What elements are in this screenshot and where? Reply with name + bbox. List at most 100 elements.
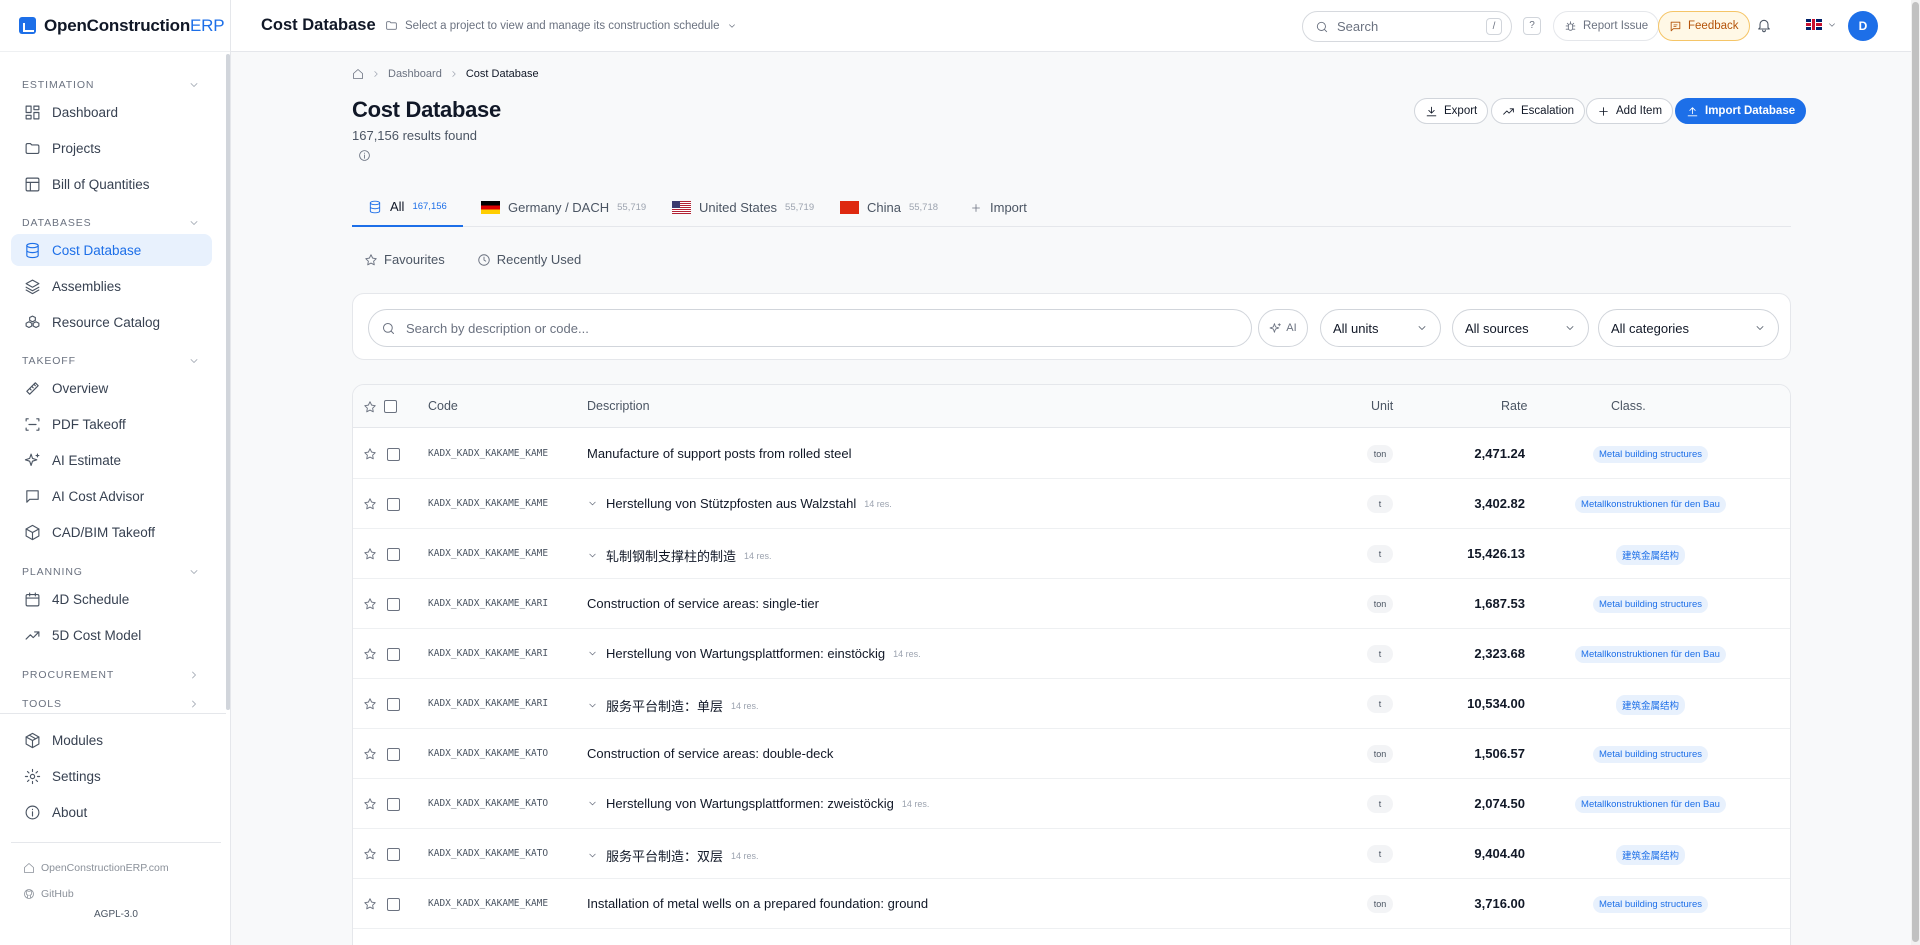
section-estimation[interactable]: ESTIMATION xyxy=(22,79,200,91)
notifications-button[interactable] xyxy=(1756,17,1772,33)
global-search[interactable]: Search / xyxy=(1302,11,1512,42)
star-icon[interactable] xyxy=(363,797,377,811)
sidebar-item-resource-catalog[interactable]: Resource Catalog xyxy=(11,306,212,338)
sidebar-item-boq[interactable]: Bill of Quantities xyxy=(11,168,212,200)
home-icon[interactable] xyxy=(352,68,364,80)
chevron-down-icon[interactable] xyxy=(587,550,598,561)
item-description[interactable]: 服务平台制造：双层 14 res. xyxy=(587,846,759,865)
item-description[interactable]: 服务平台制造：单层 14 res. xyxy=(587,696,759,715)
escalation-button[interactable]: Escalation xyxy=(1491,98,1586,124)
tab-united-states[interactable]: United States 55,719 xyxy=(672,188,814,227)
brand[interactable]: OpenConstructionERP xyxy=(0,0,230,52)
star-icon[interactable] xyxy=(363,597,377,611)
results-info[interactable] xyxy=(358,149,371,162)
star-icon[interactable] xyxy=(363,847,377,861)
row-checkbox[interactable] xyxy=(387,898,400,911)
sidebar-item-pdf-takeoff[interactable]: PDF Takeoff xyxy=(11,408,212,440)
item-description[interactable]: Manufacture of support posts from rolled… xyxy=(587,446,851,461)
sidebar-item-projects[interactable]: Projects xyxy=(11,132,212,164)
table-row[interactable]: KADX_KADX_KAKAME_KAME Manufacture of sup… xyxy=(353,429,1790,479)
add-item-button[interactable]: Add Item xyxy=(1586,98,1674,124)
github-link[interactable]: GitHub xyxy=(11,881,221,907)
section-takeoff[interactable]: TAKEOFF xyxy=(22,355,200,367)
breadcrumb-dashboard[interactable]: Dashboard xyxy=(388,68,442,80)
chevron-down-icon[interactable] xyxy=(587,648,598,659)
header-unit[interactable]: Unit xyxy=(1371,399,1393,413)
row-checkbox[interactable] xyxy=(387,498,400,511)
page-scrollbar[interactable] xyxy=(1911,0,1920,945)
chevron-down-icon[interactable] xyxy=(587,850,598,861)
ai-search-button[interactable]: AI xyxy=(1258,309,1308,347)
website-link[interactable]: OpenConstructionERP.com xyxy=(11,855,221,881)
header-class[interactable]: Class. xyxy=(1611,399,1646,413)
sidebar-item-cost-database[interactable]: Cost Database xyxy=(11,234,212,266)
row-checkbox[interactable] xyxy=(387,748,400,761)
table-row[interactable]: KADX_KADX_KAKAME_KAME Installation of me… xyxy=(353,879,1790,929)
recently-used-filter[interactable]: Recently Used xyxy=(477,252,581,267)
star-icon[interactable] xyxy=(363,897,377,911)
item-description[interactable]: 轧制钢制支撑柱的制造 14 res. xyxy=(587,546,772,565)
sidebar-item-5d-cost-model[interactable]: 5D Cost Model xyxy=(11,619,212,651)
item-description[interactable]: Herstellung von Wartungsplattformen: zwe… xyxy=(587,796,929,811)
tab-china[interactable]: China 55,718 xyxy=(840,188,938,227)
row-checkbox[interactable] xyxy=(387,798,400,811)
table-row[interactable]: KADX_KADX_KAKAME_KARI Herstellung von Wa… xyxy=(353,629,1790,679)
sources-dropdown[interactable]: All sources xyxy=(1452,309,1589,347)
header-rate[interactable]: Rate xyxy=(1501,399,1527,413)
categories-dropdown[interactable]: All categories xyxy=(1598,309,1779,347)
help-button[interactable]: ? xyxy=(1523,17,1541,35)
sidebar-item-overview[interactable]: Overview xyxy=(11,372,212,404)
language-selector[interactable] xyxy=(1806,19,1837,30)
header-description[interactable]: Description xyxy=(587,399,650,413)
sidebar-item-cad-bim[interactable]: CAD/BIM Takeoff xyxy=(11,516,212,548)
table-row[interactable]: KADX_KADX_KAKAME_KARI 服务平台制造：单层 14 res. t… xyxy=(353,679,1790,729)
table-row[interactable]: KADX_KADX_KAKAME_KAME 轧制钢制支撑柱的制造 14 res. … xyxy=(353,529,1790,579)
import-database-button[interactable]: Import Database xyxy=(1675,98,1807,124)
table-row[interactable]: KADX_KADX_KAKAME_KAME Herstellung von St… xyxy=(353,479,1790,529)
section-tools[interactable]: TOOLS xyxy=(22,698,200,710)
item-description[interactable]: Construction of service areas: single-ti… xyxy=(587,596,819,611)
star-icon[interactable] xyxy=(363,647,377,661)
header-code[interactable]: Code xyxy=(428,399,458,413)
row-checkbox[interactable] xyxy=(387,548,400,561)
sidebar-item-4d-schedule[interactable]: 4D Schedule xyxy=(11,583,212,615)
project-selector[interactable]: Select a project to view and manage its … xyxy=(385,19,737,32)
section-procurement[interactable]: PROCUREMENT xyxy=(22,669,200,681)
item-description[interactable]: Construction of service areas: double-de… xyxy=(587,746,833,761)
sidebar-item-settings[interactable]: Settings xyxy=(11,760,212,792)
units-dropdown[interactable]: All units xyxy=(1320,309,1441,347)
search-input[interactable] xyxy=(406,320,1206,336)
sidebar-item-ai-cost-advisor[interactable]: AI Cost Advisor xyxy=(11,480,212,512)
user-avatar[interactable]: D xyxy=(1848,11,1878,41)
sidebar-item-ai-estimate[interactable]: AI Estimate xyxy=(11,444,212,476)
table-row[interactable]: KADX_KADX_KAKAME_KATO 服务平台制造：双层 14 res. t… xyxy=(353,829,1790,879)
item-description[interactable]: Herstellung von Wartungsplattformen: ein… xyxy=(587,646,921,661)
table-row[interactable]: KADX_KADX_KAKAME_KARI Construction of se… xyxy=(353,579,1790,629)
star-icon[interactable] xyxy=(363,547,377,561)
item-description[interactable]: Installation of metal wells on a prepare… xyxy=(587,896,928,911)
star-icon[interactable] xyxy=(363,697,377,711)
select-all-checkbox[interactable] xyxy=(384,400,397,413)
table-row[interactable]: KADX_KADX_KAKAME_KATO Construction of se… xyxy=(353,729,1790,779)
item-description[interactable]: Herstellung von Stützpfosten aus Walzsta… xyxy=(587,496,892,511)
sidebar-scrollbar[interactable] xyxy=(226,54,230,710)
feedback-button[interactable]: Feedback xyxy=(1658,11,1750,41)
row-checkbox[interactable] xyxy=(387,448,400,461)
export-button[interactable]: Export xyxy=(1414,98,1489,124)
row-checkbox[interactable] xyxy=(387,698,400,711)
row-checkbox[interactable] xyxy=(387,648,400,661)
tab-import[interactable]: Import xyxy=(970,188,1027,227)
sidebar-item-about[interactable]: About xyxy=(11,796,212,828)
chevron-down-icon[interactable] xyxy=(587,700,598,711)
chevron-down-icon[interactable] xyxy=(587,498,598,509)
search-field[interactable] xyxy=(368,309,1252,347)
chevron-down-icon[interactable] xyxy=(587,798,598,809)
tab-germany[interactable]: Germany / DACH 55,719 xyxy=(481,188,646,227)
sidebar-item-assemblies[interactable]: Assemblies xyxy=(11,270,212,302)
star-icon[interactable] xyxy=(363,497,377,511)
table-row[interactable]: KADX_KADX_KAKAME_KATO Herstellung von Wa… xyxy=(353,779,1790,829)
section-databases[interactable]: DATABASES xyxy=(22,217,200,229)
row-checkbox[interactable] xyxy=(387,598,400,611)
sidebar-item-modules[interactable]: Modules xyxy=(11,724,212,756)
row-checkbox[interactable] xyxy=(387,848,400,861)
